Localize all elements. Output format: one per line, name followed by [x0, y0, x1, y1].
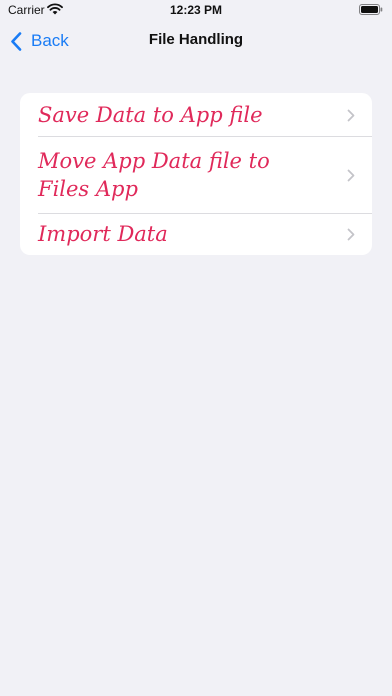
status-bar: Carrier 12:23 PM	[0, 0, 392, 22]
menu-item-label: Import Data	[38, 222, 168, 246]
page-title: File Handling	[148, 31, 244, 48]
menu-item-label: Save Data to App file	[38, 102, 263, 127]
status-time: 12:23 PM	[169, 3, 223, 17]
chevron-right-icon	[347, 109, 355, 121]
chevron-right-icon	[347, 169, 355, 181]
file-actions-list: Save Data to App file Move App Data file…	[20, 93, 372, 255]
navigation-bar: Back File Handling	[0, 22, 392, 60]
move-app-data-file-item[interactable]: Move App Data file to Files App	[20, 136, 372, 213]
menu-item-label: Move App Data file to Files App	[38, 148, 270, 201]
battery-icon	[359, 4, 383, 15]
chevron-right-icon	[347, 228, 355, 241]
import-data-item[interactable]: Import Data	[20, 213, 372, 255]
save-data-to-app-file-item[interactable]: Save Data to App file	[20, 93, 372, 136]
